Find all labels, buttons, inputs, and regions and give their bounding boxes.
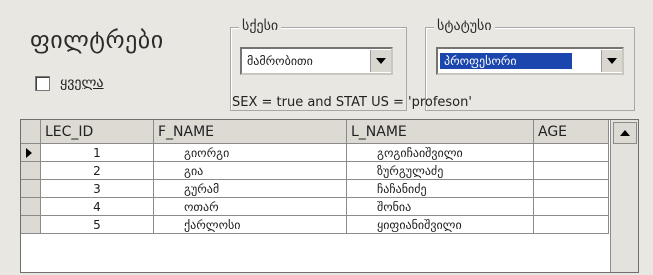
all-checkbox[interactable]	[35, 75, 50, 91]
cell-f-name[interactable]: გურამ	[154, 180, 347, 198]
sex-dropdown-button[interactable]	[370, 50, 391, 72]
status-legend: სტატუსი	[434, 18, 495, 34]
cell-f-name[interactable]: გია	[154, 162, 347, 180]
col-header-lec-id[interactable]: LEC_ID	[41, 120, 154, 144]
status-dropdown-button[interactable]	[601, 50, 622, 72]
table-row[interactable]: 1 გიორგი გოგიჩაიშვილი	[21, 144, 609, 162]
cell-lec-id[interactable]: 5	[41, 216, 154, 234]
table-row[interactable]: 5 ქარლოსი ყიფიანიშვილი	[21, 216, 609, 234]
scroll-up-button[interactable]	[613, 122, 637, 144]
col-header-l-name[interactable]: L_NAME	[347, 120, 534, 144]
row-selector[interactable]	[21, 162, 41, 180]
cell-age[interactable]	[534, 144, 609, 162]
grid-corner	[21, 120, 41, 144]
sex-legend: სქესი	[239, 18, 282, 34]
cell-lec-id[interactable]: 1	[41, 144, 154, 162]
cell-l-name[interactable]: ყიფიანიშვილი	[347, 216, 534, 234]
cell-lec-id[interactable]: 3	[41, 180, 154, 198]
chevron-down-icon	[607, 58, 617, 64]
col-header-age[interactable]: AGE	[534, 120, 609, 144]
cell-l-name[interactable]: ზურგულაძე	[347, 162, 534, 180]
cell-age[interactable]	[534, 180, 609, 198]
cell-f-name[interactable]: ქარლოსი	[154, 216, 347, 234]
cell-age[interactable]	[534, 198, 609, 216]
cell-lec-id[interactable]: 4	[41, 198, 154, 216]
row-selector[interactable]	[21, 180, 41, 198]
cell-l-name[interactable]: შონია	[347, 198, 534, 216]
filters-title: ფილტრები	[30, 26, 164, 54]
current-row-pointer-icon	[26, 148, 32, 158]
row-selector[interactable]	[21, 198, 41, 216]
col-header-f-name[interactable]: F_NAME	[154, 120, 347, 144]
cell-lec-id[interactable]: 2	[41, 162, 154, 180]
chevron-down-icon	[376, 58, 386, 64]
row-selector[interactable]	[21, 216, 41, 234]
lecturers-grid[interactable]: LEC_ID F_NAME L_NAME AGE 1 გიორგი გოგიჩა…	[20, 119, 639, 273]
all-checkbox-row[interactable]: ყველა	[35, 75, 104, 91]
cell-f-name[interactable]: გიორგი	[154, 144, 347, 162]
cell-age[interactable]	[534, 162, 609, 180]
cell-l-name[interactable]: ჩაჩანიძე	[347, 180, 534, 198]
query-text: SEX = true and STAT US = 'profeson'	[232, 95, 472, 110]
sex-combobox-value[interactable]: მამრობითი	[242, 54, 370, 68]
status-combobox-value[interactable]: პროფესორი	[440, 53, 572, 69]
chevron-up-icon	[620, 130, 630, 136]
sex-combobox[interactable]: მამრობითი	[240, 47, 393, 75]
row-selector[interactable]	[21, 144, 41, 162]
table-row[interactable]: 2 გია ზურგულაძე	[21, 162, 609, 180]
table-row[interactable]: 4 ოთარ შონია	[21, 198, 609, 216]
cell-f-name[interactable]: ოთარ	[154, 198, 347, 216]
table-row[interactable]: 3 გურამ ჩაჩანიძე	[21, 180, 609, 198]
cell-l-name[interactable]: გოგიჩაიშვილი	[347, 144, 534, 162]
cell-age[interactable]	[534, 216, 609, 234]
vertical-scrollbar[interactable]	[610, 120, 638, 272]
status-combobox[interactable]: პროფესორი	[436, 47, 624, 75]
all-checkbox-label[interactable]: ყველა	[60, 75, 104, 91]
